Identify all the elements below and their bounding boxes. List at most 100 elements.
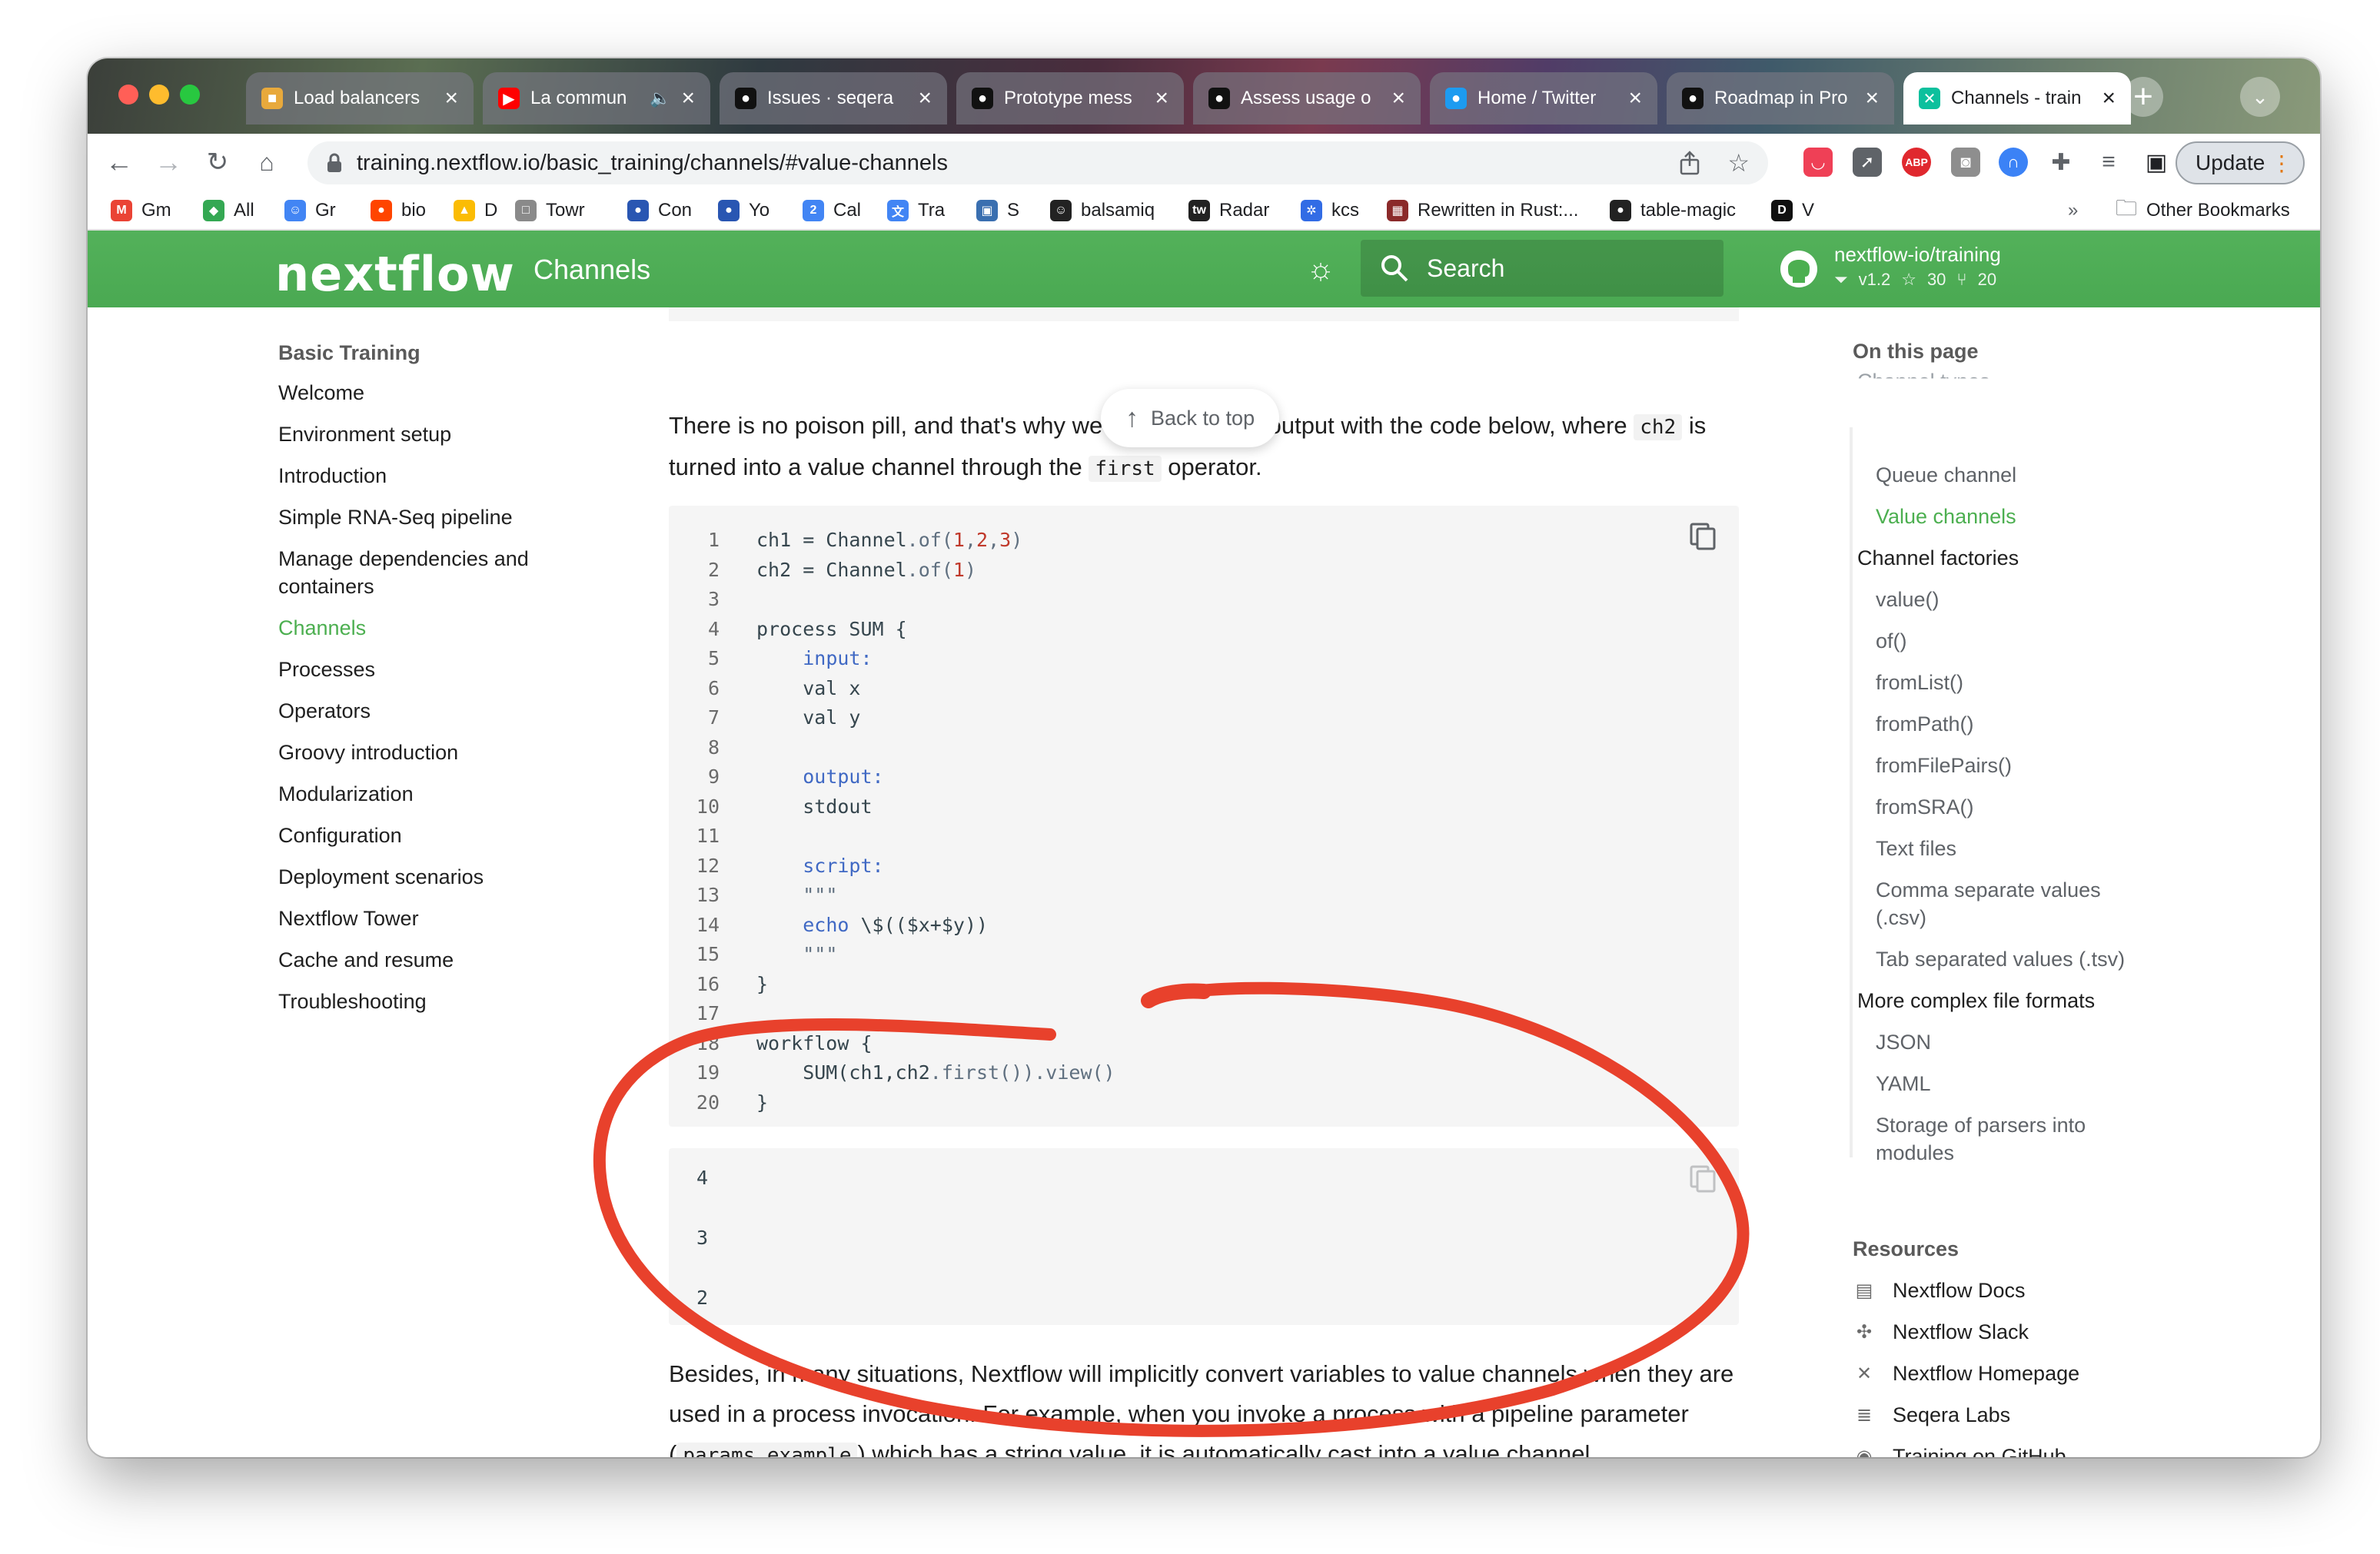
share-icon[interactable] bbox=[1678, 151, 1701, 175]
repo-link[interactable]: nextflow-io/training ⏷ v1.2 ☆ 30 ⑂ 20 bbox=[1779, 243, 2001, 290]
nav-item[interactable]: Cache and resume bbox=[278, 946, 663, 974]
forward-arrow-icon[interactable]: → bbox=[151, 144, 186, 180]
close-icon[interactable]: × bbox=[681, 85, 695, 111]
tab-5[interactable]: ● Assess usage o × bbox=[1193, 72, 1421, 125]
bookmark-item[interactable]: ● bio bbox=[371, 198, 426, 223]
nextflow-logo[interactable]: nextflow bbox=[275, 246, 515, 302]
toc-item[interactable]: value() bbox=[1876, 586, 1940, 613]
close-window-button[interactable] bbox=[118, 85, 138, 105]
camera-icon[interactable]: ◙ bbox=[1951, 148, 1980, 177]
nav-item[interactable]: Introduction bbox=[278, 462, 663, 490]
zoom-window-button[interactable] bbox=[180, 85, 200, 105]
resource-link[interactable]: ≣ Seqera Labs bbox=[1853, 1403, 2010, 1427]
resource-link[interactable]: ✣ Nextflow Slack bbox=[1853, 1320, 2029, 1344]
close-icon[interactable]: × bbox=[918, 85, 932, 111]
nav-item[interactable]: Manage dependencies and containers bbox=[278, 545, 663, 600]
star-icon[interactable]: ☆ bbox=[1727, 148, 1750, 178]
tab-6[interactable]: ● Home / Twitter × bbox=[1430, 72, 1657, 125]
bookmark-item[interactable]: ▲ D bbox=[454, 198, 497, 223]
tab-search-button[interactable]: ⌄ bbox=[2240, 77, 2280, 117]
nav-item[interactable]: Configuration bbox=[278, 822, 663, 849]
nav-item[interactable]: Simple RNA-Seq pipeline bbox=[278, 503, 663, 531]
toc-item[interactable]: Tab separated values (.tsv) bbox=[1876, 945, 2125, 973]
nav-item[interactable]: Groovy introduction bbox=[278, 739, 663, 766]
toc-item[interactable]: of() bbox=[1876, 627, 1907, 655]
bookmark-item[interactable]: ▣ S bbox=[976, 198, 1019, 223]
reading-list-icon[interactable]: ≡ bbox=[2094, 148, 2123, 177]
tab-3[interactable]: ● Issues · seqera × bbox=[720, 72, 947, 125]
nav-item[interactable]: Modularization bbox=[278, 780, 663, 808]
bookmark-item[interactable]: ▦ Rewritten in Rust:... bbox=[1387, 198, 1578, 223]
nav-item[interactable]: Operators bbox=[278, 697, 663, 725]
toc-item[interactable]: Text files bbox=[1876, 835, 1956, 862]
speaker-icon[interactable]: 🔈 bbox=[650, 88, 670, 108]
copy-icon[interactable] bbox=[1690, 1165, 1716, 1193]
pocket-icon[interactable]: ◡ bbox=[1803, 148, 1833, 177]
bookmark-item[interactable]: 2 Cal bbox=[803, 198, 861, 223]
other-bookmarks-folder[interactable]: 🗀 Other Bookmarks bbox=[2116, 196, 2290, 223]
search-input[interactable]: Search bbox=[1361, 240, 1724, 297]
nav-item[interactable]: Nextflow Tower bbox=[278, 905, 663, 932]
bookmark-item[interactable]: 文 Tra bbox=[887, 198, 945, 223]
theme-toggle-icon[interactable]: ☼ bbox=[1304, 252, 1338, 286]
adblock-icon[interactable]: ABP bbox=[1902, 148, 1931, 177]
bookmarks-overflow-button[interactable]: » bbox=[2068, 198, 2078, 223]
url-text[interactable]: training.nextflow.io/basic_training/chan… bbox=[357, 151, 1678, 176]
nav-item[interactable]: Processes bbox=[278, 656, 663, 683]
bookmark-item[interactable]: ◆ All bbox=[203, 198, 254, 223]
nav-item[interactable]: Environment setup bbox=[278, 420, 663, 448]
toc-item[interactable]: Storage of parsers into modules bbox=[1876, 1111, 2086, 1167]
home-icon[interactable]: ⌂ bbox=[249, 144, 284, 180]
toc-item[interactable]: Value channels bbox=[1876, 503, 2016, 530]
nav-item[interactable]: Troubleshooting bbox=[278, 988, 663, 1015]
toc-item[interactable]: Channel types bbox=[1857, 367, 1990, 378]
bookmark-item[interactable]: ✲ kcs bbox=[1301, 198, 1359, 223]
back-to-top-button[interactable]: ↑ Back to top bbox=[1101, 389, 1280, 447]
resource-link[interactable]: ◉ Training on GitHub bbox=[1853, 1445, 2066, 1457]
extensions-icon[interactable]: ✚ bbox=[2046, 148, 2076, 177]
arc-extension-icon[interactable]: ∩ bbox=[1999, 148, 2028, 177]
toc-item[interactable]: Channel factories bbox=[1857, 544, 2019, 572]
new-tab-button[interactable]: + bbox=[2123, 77, 2163, 117]
tab-4[interactable]: ● Prototype mess × bbox=[956, 72, 1184, 125]
update-button[interactable]: Update ⋮ bbox=[2176, 141, 2305, 184]
bookmark-item[interactable]: ☺ balsamiq bbox=[1050, 198, 1155, 223]
address-bar[interactable]: training.nextflow.io/basic_training/chan… bbox=[307, 141, 1768, 184]
nav-item[interactable]: Channels bbox=[278, 614, 663, 642]
back-arrow-icon[interactable]: ← bbox=[101, 144, 137, 180]
bookmark-item[interactable]: M Gm bbox=[111, 198, 171, 223]
close-icon[interactable]: × bbox=[1865, 85, 1879, 111]
nav-item[interactable]: Welcome bbox=[278, 379, 663, 407]
close-icon[interactable]: × bbox=[444, 85, 458, 111]
bookmark-item[interactable]: ● table-magic bbox=[1610, 198, 1736, 223]
tab-7[interactable]: ● Roadmap in Pro × bbox=[1667, 72, 1894, 125]
bookmark-item[interactable]: tw Radar bbox=[1188, 198, 1269, 223]
resource-link[interactable]: ▤ Nextflow Docs bbox=[1853, 1279, 2026, 1303]
close-icon[interactable]: × bbox=[1155, 85, 1168, 111]
bookmark-item[interactable]: DV bbox=[1771, 198, 1814, 223]
bookmark-item[interactable]: ● Con bbox=[627, 198, 692, 223]
reload-icon[interactable]: ↻ bbox=[200, 144, 235, 180]
close-icon[interactable]: × bbox=[2102, 85, 2116, 111]
rocket-icon[interactable]: ➚ bbox=[1853, 148, 1882, 177]
tab-8[interactable]: ✕ Channels - train × bbox=[1903, 72, 2131, 125]
close-icon[interactable]: × bbox=[1391, 85, 1405, 111]
side-panel-icon[interactable]: ▣ bbox=[2142, 148, 2171, 177]
resource-link[interactable]: ✕ Nextflow Homepage bbox=[1853, 1362, 2079, 1386]
bookmark-item[interactable]: ☺ Gr bbox=[284, 198, 336, 223]
toc-item[interactable]: fromList() bbox=[1876, 669, 1963, 696]
tab-1[interactable]: ■ Load balancers × bbox=[246, 72, 474, 125]
toc-item[interactable]: More complex file formats bbox=[1857, 987, 2095, 1014]
toc-item[interactable]: Comma separate values (.csv) bbox=[1876, 876, 2101, 931]
minimize-window-button[interactable] bbox=[149, 85, 169, 105]
nav-item[interactable]: Deployment scenarios bbox=[278, 863, 663, 891]
toc-item[interactable]: fromPath() bbox=[1876, 710, 1974, 738]
toc-item[interactable]: Queue channel bbox=[1876, 461, 2016, 489]
copy-icon[interactable] bbox=[1690, 523, 1716, 550]
toc-item[interactable]: JSON bbox=[1876, 1028, 1931, 1056]
close-icon[interactable]: × bbox=[1628, 85, 1642, 111]
toc-item[interactable]: fromFilePairs() bbox=[1876, 752, 2012, 779]
bookmark-item[interactable]: ● Yo bbox=[718, 198, 770, 223]
toc-item[interactable]: YAML bbox=[1876, 1070, 1931, 1097]
toc-item[interactable]: fromSRA() bbox=[1876, 793, 1974, 821]
